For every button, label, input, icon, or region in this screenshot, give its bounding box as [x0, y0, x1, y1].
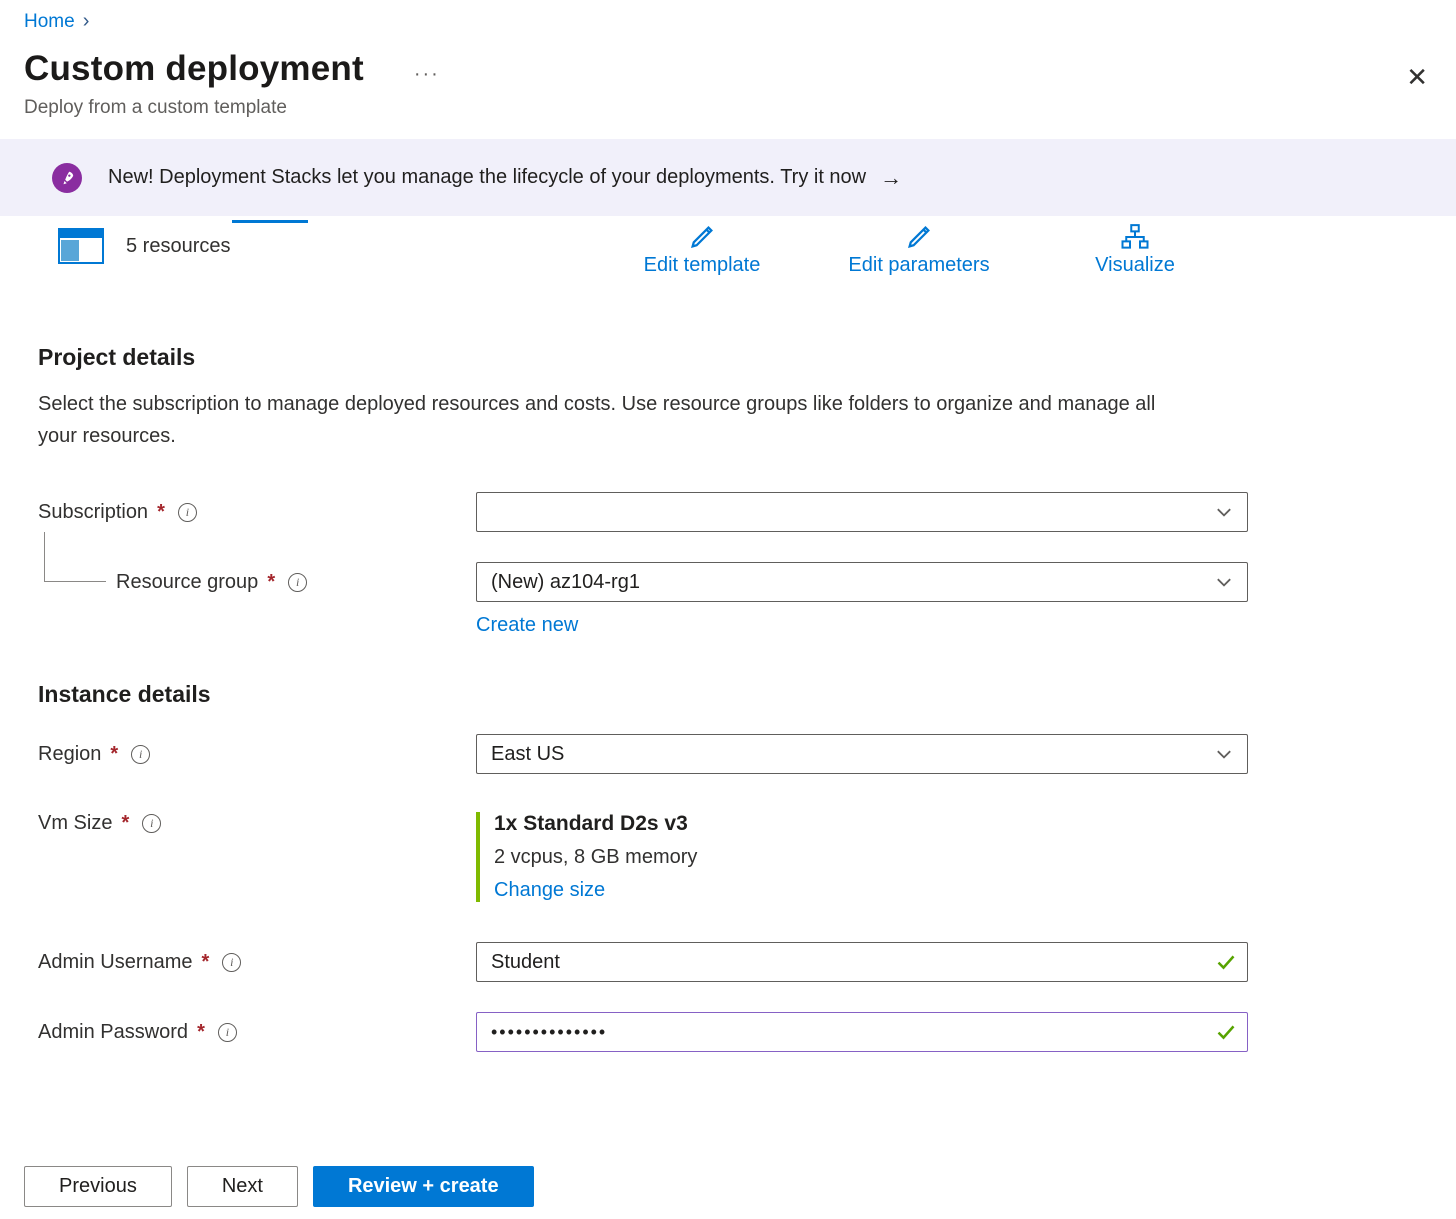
admin-username-label: Admin Username [38, 951, 193, 974]
review-create-button[interactable]: Review + create [313, 1166, 534, 1207]
edit-parameters-label: Edit parameters [848, 254, 989, 277]
chevron-down-icon [1215, 503, 1233, 521]
page-subtitle: Deploy from a custom template [24, 97, 1456, 119]
info-icon[interactable] [142, 814, 161, 833]
breadcrumb: Home › [0, 0, 1456, 33]
pencil-icon [904, 222, 934, 252]
region-row: Region * East US [0, 734, 1456, 774]
visualize-label: Visualize [1095, 254, 1175, 277]
resource-group-row: Resource group * (New) az104-rg1 [0, 562, 1456, 602]
visualize-button[interactable]: Visualize [1025, 222, 1245, 277]
pencil-icon [687, 222, 717, 252]
resource-group-label: Resource group [116, 571, 258, 594]
change-size-link[interactable]: Change size [494, 879, 605, 902]
info-icon[interactable] [131, 745, 150, 764]
template-actions: Edit template Edit parameters Visualiz [0, 220, 1456, 300]
deployment-stacks-banner[interactable]: New! Deployment Stacks let you manage th… [0, 139, 1456, 216]
rocket-icon [52, 163, 82, 193]
admin-username-label-group: Admin Username * [38, 942, 476, 982]
previous-button[interactable]: Previous [24, 1166, 172, 1207]
region-value: East US [491, 743, 1215, 766]
vm-size-label-group: Vm Size * [38, 812, 476, 835]
vm-size-name: 1x Standard D2s v3 [494, 812, 1248, 836]
required-asterisk: * [202, 951, 210, 974]
more-options-icon[interactable]: ··· [414, 63, 440, 86]
info-icon[interactable] [288, 573, 307, 592]
breadcrumb-chevron-icon: › [83, 10, 90, 32]
info-icon[interactable] [222, 953, 241, 972]
info-icon[interactable] [218, 1023, 237, 1042]
tree-connector-line [44, 532, 106, 582]
admin-username-row: Admin Username * [0, 942, 1456, 982]
subscription-row: Subscription * [0, 492, 1456, 532]
required-asterisk: * [197, 1021, 205, 1044]
chevron-down-icon [1215, 573, 1233, 591]
subscription-dropdown[interactable] [476, 492, 1248, 532]
next-button[interactable]: Next [187, 1166, 298, 1207]
resource-group-value: (New) az104-rg1 [491, 571, 1215, 594]
required-asterisk: * [110, 743, 118, 766]
edit-template-label: Edit template [644, 254, 761, 277]
flowchart-icon [1120, 222, 1150, 252]
admin-password-input[interactable] [476, 1012, 1248, 1052]
admin-password-label: Admin Password [38, 1021, 188, 1044]
admin-password-row: Admin Password * [0, 1012, 1456, 1052]
vm-size-row: Vm Size * 1x Standard D2s v3 2 vcpus, 8 G… [0, 812, 1456, 902]
required-asterisk: * [267, 571, 275, 594]
chevron-down-icon [1215, 745, 1233, 763]
required-asterisk: * [157, 501, 165, 524]
create-new-link[interactable]: Create new [476, 614, 578, 636]
region-label-group: Region * [38, 734, 476, 774]
vm-size-label: Vm Size [38, 812, 112, 835]
project-details-description: Select the subscription to manage deploy… [38, 389, 1198, 452]
arrow-right-icon[interactable]: → [880, 165, 902, 191]
subscription-label-group: Subscription * [38, 492, 476, 532]
region-dropdown[interactable]: East US [476, 734, 1248, 774]
info-icon[interactable] [178, 503, 197, 522]
region-label: Region [38, 743, 101, 766]
template-bar: 5 resources Edit template Edit parameter… [0, 220, 1456, 300]
subscription-group: Subscription * Resource group * (New) az10… [0, 492, 1456, 637]
page-title: Custom deployment [24, 49, 364, 89]
admin-username-input[interactable] [476, 942, 1248, 982]
instance-details-heading: Instance details [38, 681, 1456, 708]
valid-check-icon [1216, 952, 1236, 972]
admin-password-label-group: Admin Password * [38, 1012, 476, 1052]
close-icon[interactable]: ✕ [1402, 60, 1432, 94]
title-row: Custom deployment ··· [24, 49, 1456, 89]
footer-actions: Previous Next Review + create [24, 1166, 534, 1207]
vm-size-specs: 2 vcpus, 8 GB memory [494, 846, 1248, 869]
breadcrumb-home-link[interactable]: Home [24, 11, 75, 32]
banner-text: New! Deployment Stacks let you manage th… [108, 166, 866, 189]
project-details-heading: Project details [38, 344, 1456, 371]
required-asterisk: * [121, 812, 129, 835]
vm-size-summary: 1x Standard D2s v3 2 vcpus, 8 GB memory … [476, 812, 1248, 902]
subscription-label: Subscription [38, 501, 148, 524]
edit-template-button[interactable]: Edit template [592, 222, 812, 277]
valid-check-icon [1216, 1022, 1236, 1042]
edit-parameters-button[interactable]: Edit parameters [809, 222, 1029, 277]
resource-group-dropdown[interactable]: (New) az104-rg1 [476, 562, 1248, 602]
